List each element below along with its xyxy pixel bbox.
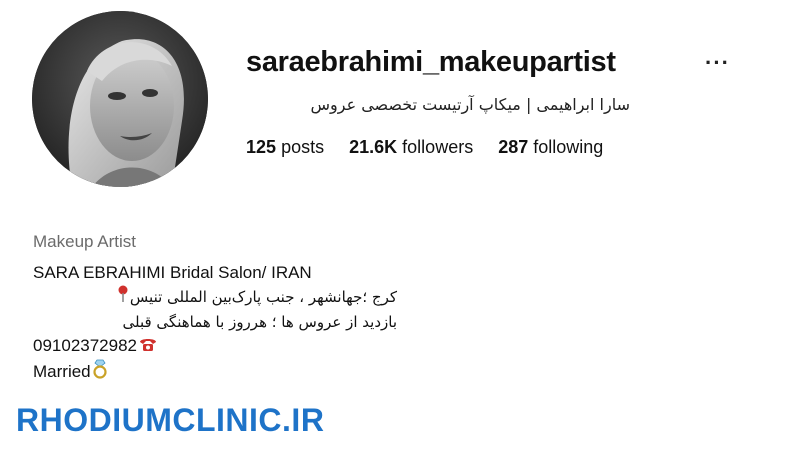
- phone-icon: [138, 335, 158, 359]
- stat-posts[interactable]: 125 posts: [246, 137, 324, 158]
- stat-followers[interactable]: 21.6K followers: [349, 137, 473, 158]
- bio-address-text: کرج ؛جهانشهر ، جنب پارک‌بین المللی تنیس: [129, 288, 397, 306]
- marital-status: Married: [33, 361, 91, 381]
- followers-label: followers: [402, 137, 474, 157]
- avatar-photo: [32, 11, 208, 187]
- watermark-text: RHODIUMCLINIC.IR: [16, 402, 325, 438]
- following-count: 287: [498, 137, 529, 157]
- profile-full-name: سارا ابراهیمی | میکاپ آرتیست تخصصی عروس: [310, 95, 631, 114]
- profile-avatar[interactable]: [32, 11, 208, 187]
- bio-status-line: Married: [33, 359, 397, 386]
- profile-stats: 125 posts 21.6K followers 287 following: [246, 137, 623, 158]
- profile-category: Makeup Artist: [33, 232, 136, 251]
- posts-count: 125: [246, 137, 277, 157]
- following-label: following: [533, 137, 604, 157]
- bio-address-line: کرج ؛جهانشهر ، جنب پارک‌بین المللی تنیس: [33, 285, 397, 310]
- ring-icon: [92, 359, 108, 386]
- followers-count: 21.6K: [349, 137, 398, 157]
- bio-visit-line: بازدید از عروس ها ؛ هرروز با هماهنگی قبل…: [122, 313, 397, 331]
- posts-label: posts: [281, 137, 325, 157]
- phone-number[interactable]: 09102372982: [33, 336, 137, 355]
- more-options-icon[interactable]: ···: [705, 50, 730, 76]
- bio-salon-line: SARA EBRAHIMI Bridal Salon/ IRAN: [33, 263, 312, 282]
- profile-username[interactable]: saraebrahimi_makeupartist: [246, 46, 616, 79]
- stat-following[interactable]: 287 following: [498, 137, 603, 158]
- pin-icon: [117, 285, 129, 310]
- bio-phone-line: 09102372982: [33, 334, 397, 359]
- profile-bio: Makeup Artist SARA EBRAHIMI Bridal Salon…: [33, 230, 397, 386]
